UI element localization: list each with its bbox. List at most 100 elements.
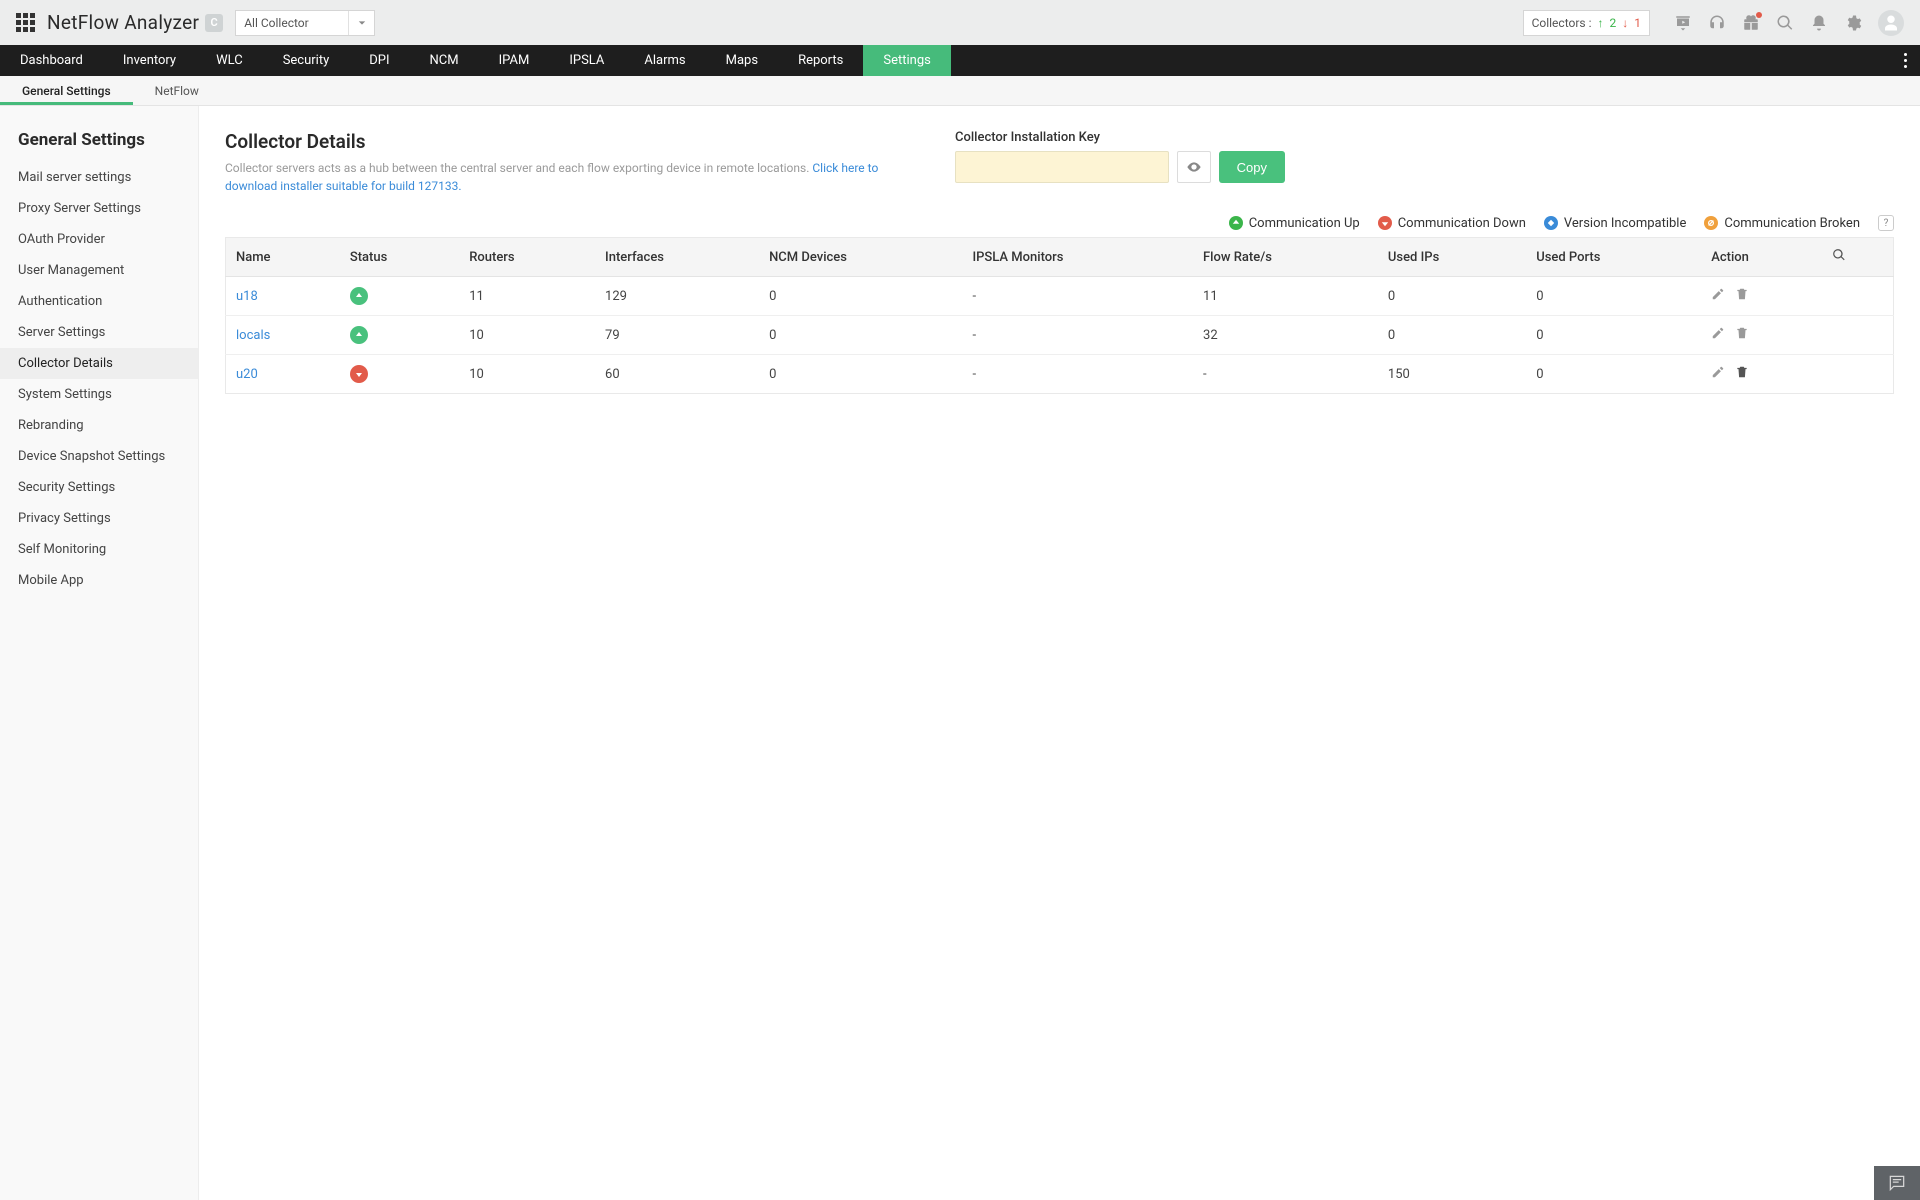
nav-alarms[interactable]: Alarms [624, 45, 705, 76]
sidebar-item-self-monitoring[interactable]: Self Monitoring [0, 534, 198, 565]
collector-table: NameStatusRoutersInterfacesNCM DevicesIP… [225, 237, 1894, 394]
sidebar-item-collector-details[interactable]: Collector Details [0, 348, 198, 379]
th-interfaces: Interfaces [595, 238, 759, 277]
legend-down-icon [1378, 216, 1392, 230]
legend-broken-icon [1704, 216, 1718, 230]
chat-icon[interactable] [1874, 1166, 1920, 1200]
nav-reports[interactable]: Reports [778, 45, 863, 76]
sidebar-item-mobile-app[interactable]: Mobile App [0, 565, 198, 596]
th-action: Action [1701, 238, 1822, 277]
nav-settings[interactable]: Settings [863, 45, 950, 76]
status-icon [350, 287, 368, 305]
nav-ipsla[interactable]: IPSLA [549, 45, 624, 76]
collectors-up-count: 2 [1610, 16, 1617, 30]
sidebar: General Settings Mail server settingsPro… [0, 106, 199, 1200]
more-icon[interactable] [1890, 45, 1920, 76]
subnav-netflow[interactable]: NetFlow [133, 76, 221, 105]
legend-inc-label: Version Incompatible [1564, 216, 1686, 231]
subnav-general-settings[interactable]: General Settings [0, 76, 133, 105]
th-search[interactable] [1822, 238, 1894, 277]
collector-select-value: All Collector [244, 16, 309, 30]
sidebar-item-server-settings[interactable]: Server Settings [0, 317, 198, 348]
th-routers: Routers [459, 238, 595, 277]
sidebar-item-user-management[interactable]: User Management [0, 255, 198, 286]
bell-icon[interactable] [1810, 14, 1828, 32]
collectors-status-label: Collectors : [1532, 16, 1592, 30]
sidebar-item-proxy-server-settings[interactable]: Proxy Server Settings [0, 193, 198, 224]
sidebar-item-mail-server-settings[interactable]: Mail server settings [0, 162, 198, 193]
legend-inc-icon [1544, 216, 1558, 230]
brand-badge: C [205, 14, 223, 32]
edit-icon[interactable] [1711, 365, 1725, 383]
arrow-up-icon: ↑ [1598, 16, 1604, 30]
table-row: u2010600--1500 [226, 355, 1894, 394]
brand-title: NetFlow Analyzer C [47, 11, 223, 34]
nav-maps[interactable]: Maps [706, 45, 778, 76]
gift-icon[interactable] [1742, 14, 1760, 32]
collector-name-link[interactable]: locals [236, 328, 270, 343]
table-row: u18111290-1100 [226, 277, 1894, 316]
collector-name-link[interactable]: u20 [236, 367, 258, 382]
page-title: Collector Details [225, 130, 925, 153]
edit-icon[interactable] [1711, 326, 1725, 344]
collectors-status[interactable]: Collectors : ↑ 2 ↓ 1 [1523, 10, 1650, 36]
status-icon [350, 326, 368, 344]
apps-icon[interactable] [16, 13, 35, 32]
page-description: Collector servers acts as a hub between … [225, 159, 925, 195]
sidebar-item-security-settings[interactable]: Security Settings [0, 472, 198, 503]
nav-dashboard[interactable]: Dashboard [0, 45, 103, 76]
key-input[interactable] [955, 151, 1169, 183]
th-used-ports: Used Ports [1526, 238, 1701, 277]
th-used-ips: Used IPs [1378, 238, 1526, 277]
content: Collector Details Collector servers acts… [199, 106, 1920, 1200]
table-row: locals10790-3200 [226, 316, 1894, 355]
status-icon [350, 365, 368, 383]
th-ncm-devices: NCM Devices [759, 238, 962, 277]
collectors-down-count: 1 [1634, 16, 1641, 30]
top-icons [1674, 10, 1904, 36]
copy-button[interactable]: Copy [1219, 151, 1285, 183]
gear-icon[interactable] [1844, 14, 1862, 32]
topbar: NetFlow Analyzer C All Collector Collect… [0, 0, 1920, 45]
chevron-down-icon [348, 11, 374, 35]
nav-ipam[interactable]: IPAM [479, 45, 550, 76]
th-ipsla-monitors: IPSLA Monitors [962, 238, 1193, 277]
sidebar-item-privacy-settings[interactable]: Privacy Settings [0, 503, 198, 534]
headset-icon[interactable] [1708, 14, 1726, 32]
search-icon[interactable] [1776, 14, 1794, 32]
presentation-icon[interactable] [1674, 14, 1692, 32]
sub-nav: General SettingsNetFlow [0, 76, 1920, 106]
legend: Communication Up Communication Down Vers… [225, 215, 1894, 231]
main-nav: DashboardInventoryWLCSecurityDPINCMIPAMI… [0, 45, 1920, 76]
nav-dpi[interactable]: DPI [349, 45, 409, 76]
sidebar-item-rebranding[interactable]: Rebranding [0, 410, 198, 441]
th-flow-rate-s: Flow Rate/s [1193, 238, 1378, 277]
collector-select[interactable]: All Collector [235, 10, 375, 36]
eye-icon[interactable] [1177, 151, 1211, 183]
collector-name-link[interactable]: u18 [236, 289, 258, 304]
sidebar-item-authentication[interactable]: Authentication [0, 286, 198, 317]
delete-icon[interactable] [1735, 287, 1749, 305]
th-name: Name [226, 238, 340, 277]
notification-dot-icon [1756, 12, 1762, 18]
legend-up-label: Communication Up [1249, 216, 1360, 231]
arrow-down-icon: ↓ [1622, 16, 1628, 30]
delete-icon[interactable] [1735, 326, 1749, 344]
edit-icon[interactable] [1711, 287, 1725, 305]
sidebar-item-device-snapshot-settings[interactable]: Device Snapshot Settings [0, 441, 198, 472]
nav-security[interactable]: Security [263, 45, 350, 76]
help-icon[interactable]: ? [1878, 215, 1894, 231]
sidebar-title: General Settings [0, 130, 198, 162]
legend-up-icon [1229, 216, 1243, 230]
legend-down-label: Communication Down [1398, 216, 1526, 231]
nav-ncm[interactable]: NCM [410, 45, 479, 76]
nav-wlc[interactable]: WLC [196, 45, 263, 76]
sidebar-item-system-settings[interactable]: System Settings [0, 379, 198, 410]
th-status: Status [340, 238, 459, 277]
sidebar-item-oauth-provider[interactable]: OAuth Provider [0, 224, 198, 255]
user-avatar-icon[interactable] [1878, 10, 1904, 36]
legend-broken-label: Communication Broken [1724, 216, 1860, 231]
delete-icon[interactable] [1735, 365, 1749, 383]
key-label: Collector Installation Key [955, 130, 1285, 145]
nav-inventory[interactable]: Inventory [103, 45, 196, 76]
